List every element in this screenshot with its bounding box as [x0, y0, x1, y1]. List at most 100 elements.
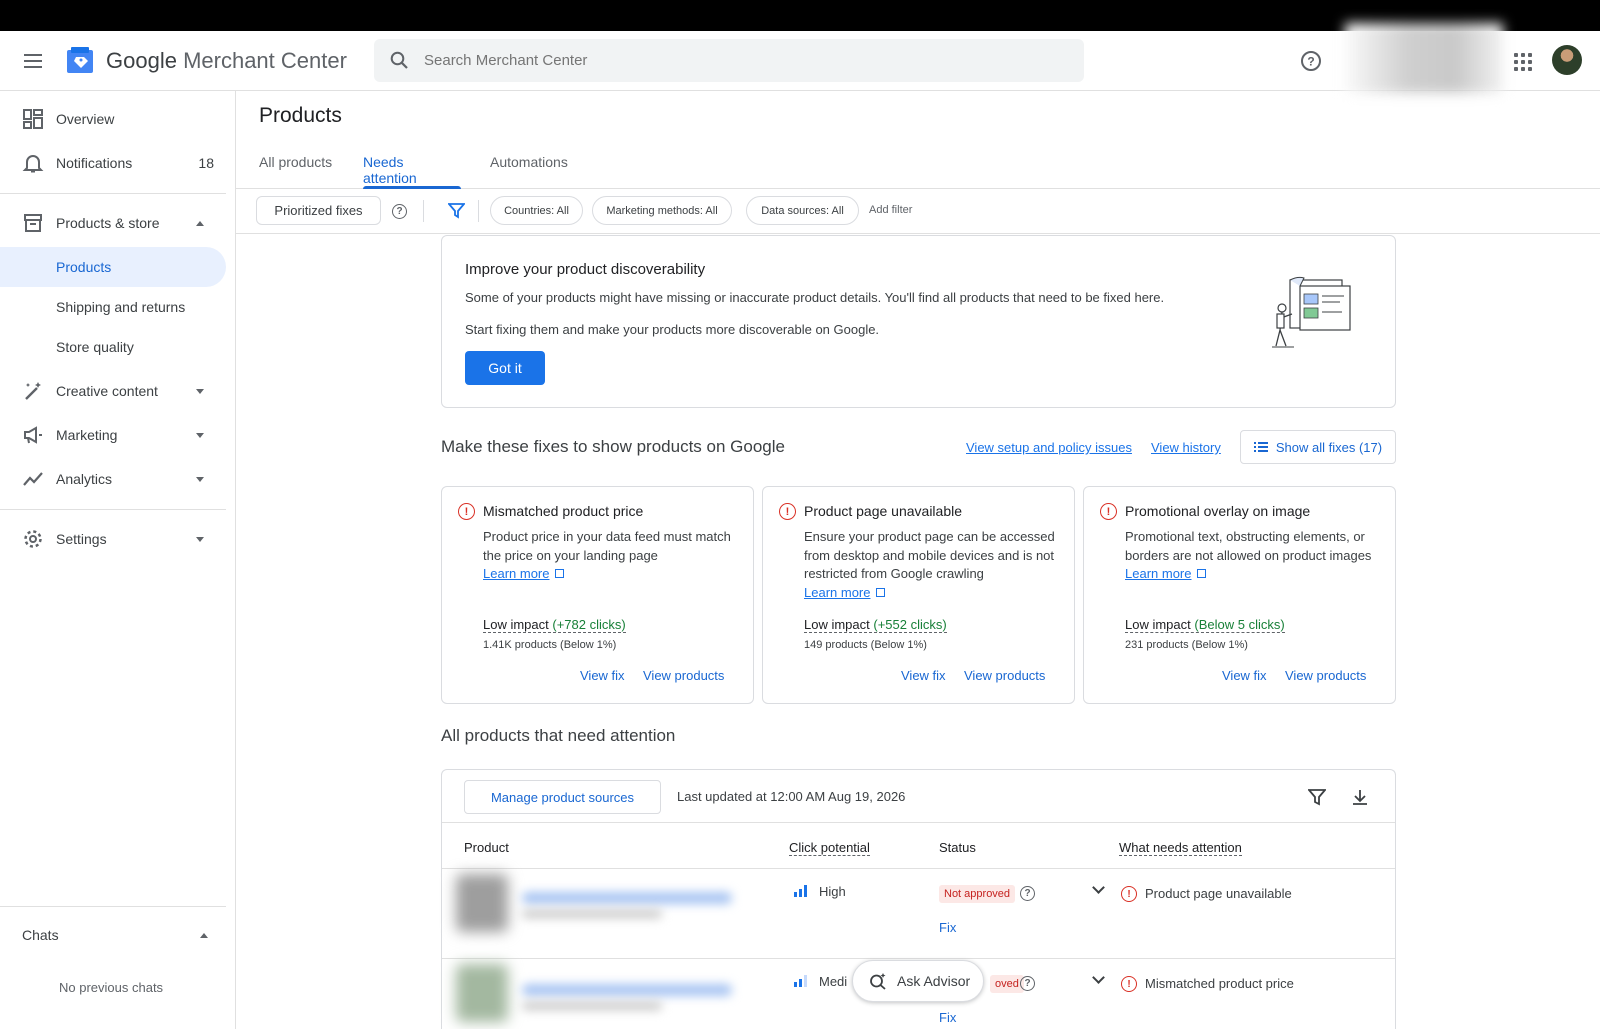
sidebar-item-analytics[interactable]: Analytics: [0, 459, 226, 499]
divider: [442, 958, 1395, 959]
avatar[interactable]: [1552, 45, 1582, 75]
click-potential-value: High: [819, 884, 846, 899]
got-it-button[interactable]: Got it: [465, 351, 545, 385]
notifications-count: 18: [198, 155, 214, 171]
column-header-status[interactable]: Status: [939, 840, 976, 855]
external-link-icon: [555, 569, 565, 578]
fix-description: Ensure your product page can be accessed…: [804, 529, 1055, 600]
issue-text: Mismatched product price: [1145, 976, 1294, 991]
sidebar-item-creative[interactable]: Creative content: [0, 371, 226, 411]
marketing-filter-chip[interactable]: Marketing methods: All: [592, 196, 732, 225]
learn-more-link[interactable]: Learn more: [1125, 566, 1191, 581]
sidebar-item-settings[interactable]: Settings: [0, 519, 226, 559]
discoverability-illustration-icon: [1272, 276, 1351, 348]
svg-text:?: ?: [1307, 55, 1314, 69]
view-history-link[interactable]: View history: [1151, 440, 1221, 455]
sidebar-item-marketing[interactable]: Marketing: [0, 415, 226, 455]
countries-filter-chip[interactable]: Countries: All: [490, 196, 583, 225]
discoverability-text: Some of your products might have missing…: [465, 290, 1165, 305]
bell-icon: [22, 155, 44, 173]
divider: [423, 200, 424, 222]
divider: [0, 509, 226, 510]
fix-button[interactable]: Fix: [939, 1010, 956, 1025]
column-header-what-needs-attention[interactable]: What needs attention: [1119, 840, 1242, 856]
fix-button[interactable]: Fix: [939, 920, 956, 935]
app-title[interactable]: Google Merchant Center: [106, 46, 347, 76]
product-id-blurred: [522, 1002, 662, 1010]
show-all-fixes-button[interactable]: Show all fixes (17): [1240, 430, 1396, 464]
help-icon[interactable]: ?: [1020, 976, 1035, 991]
manage-product-sources-button[interactable]: Manage product sources: [464, 780, 661, 814]
chevron-down-icon: [196, 432, 204, 438]
product-count: 1.41K products (Below 1%): [483, 639, 617, 651]
view-fix-button[interactable]: View fix: [901, 668, 946, 683]
column-header-click-potential[interactable]: Click potential: [789, 840, 870, 856]
sidebar-item-notifications[interactable]: Notifications 18: [0, 143, 226, 183]
search-input[interactable]: [424, 39, 1064, 82]
sidebar-item-products[interactable]: Products: [0, 247, 226, 287]
impact-label: Low impact (Below 5 clicks): [1125, 617, 1285, 633]
divider: [442, 822, 1395, 823]
merchant-center-logo-icon: [67, 47, 93, 73]
help-icon[interactable]: ?: [1298, 48, 1324, 74]
sidebar-label: Marketing: [56, 427, 118, 443]
sidebar-item-overview[interactable]: Overview: [0, 99, 226, 139]
learn-more-link[interactable]: Learn more: [483, 566, 549, 581]
signal-bars-icon: [794, 975, 807, 987]
sidebar-label: Notifications: [56, 155, 133, 171]
page-title: Products: [259, 104, 342, 127]
ask-advisor-label: Ask Advisor: [897, 973, 971, 989]
tab-all-products[interactable]: All products: [259, 154, 332, 189]
fix-card: ! Promotional overlay on image Promotion…: [1083, 486, 1396, 704]
chats-header[interactable]: Chats: [22, 927, 59, 943]
apps-grid-icon[interactable]: [1512, 51, 1534, 73]
sidebar-item-shipping[interactable]: Shipping and returns: [0, 287, 226, 327]
sidebar-item-products-store[interactable]: Products & store: [0, 203, 226, 243]
list-icon: [1253, 442, 1268, 452]
product-count: 149 products (Below 1%): [804, 639, 927, 651]
filter-icon[interactable]: [448, 202, 465, 219]
discoverability-text: Start fixing them and make your products…: [465, 322, 880, 337]
product-thumbnail-blurred: [456, 874, 508, 932]
download-icon[interactable]: [1351, 788, 1369, 806]
view-fix-button[interactable]: View fix: [580, 668, 625, 683]
view-fix-button[interactable]: View fix: [1222, 668, 1267, 683]
chevron-down-icon[interactable]: [1092, 971, 1105, 984]
product-name-blurred: [522, 984, 732, 996]
error-icon: !: [1100, 503, 1117, 520]
filter-icon[interactable]: [1308, 788, 1326, 806]
help-icon[interactable]: ?: [392, 204, 407, 219]
megaphone-icon: [24, 426, 42, 444]
main-menu-icon[interactable]: [20, 49, 46, 73]
discoverability-title: Improve your product discoverability: [465, 261, 706, 278]
chevron-down-icon: [196, 388, 204, 394]
sidebar-label: Analytics: [56, 471, 113, 487]
view-products-button[interactable]: View products: [964, 668, 1045, 683]
help-icon[interactable]: ?: [1020, 886, 1035, 901]
ask-advisor-button[interactable]: Ask Advisor: [852, 960, 984, 1002]
chevron-down-icon: [196, 536, 204, 542]
issue-text: Product page unavailable: [1145, 886, 1292, 901]
fix-description: Promotional text, obstructing elements, …: [1125, 529, 1372, 581]
add-filter-button[interactable]: Add filter: [869, 204, 912, 216]
filter-bar: Prioritized fixes ? Countries: All Marke…: [236, 189, 1600, 234]
error-icon: !: [779, 503, 796, 520]
fix-description: Product price in your data feed must mat…: [483, 529, 731, 581]
data-sources-filter-chip[interactable]: Data sources: All: [746, 196, 859, 225]
impact-label: Low impact (+782 clicks): [483, 617, 626, 633]
learn-more-link[interactable]: Learn more: [804, 585, 870, 600]
column-header-product[interactable]: Product: [464, 840, 509, 855]
tab-automations[interactable]: Automations: [490, 154, 568, 189]
setup-policy-link[interactable]: View setup and policy issues: [966, 440, 1132, 455]
chevron-down-icon[interactable]: [1092, 881, 1105, 894]
error-icon: !: [1121, 976, 1137, 992]
search-bar[interactable]: [374, 39, 1084, 82]
prioritized-fixes-button[interactable]: Prioritized fixes: [256, 196, 381, 225]
sidebar-item-store-quality[interactable]: Store quality: [0, 327, 226, 367]
view-products-button[interactable]: View products: [1285, 668, 1366, 683]
dashboard-icon: [23, 109, 43, 129]
chevron-up-icon[interactable]: [200, 933, 208, 938]
fixes-section-title: Make these fixes to show products on Goo…: [441, 437, 785, 456]
tab-needs-attention[interactable]: Needs attention: [363, 154, 461, 189]
view-products-button[interactable]: View products: [643, 668, 724, 683]
